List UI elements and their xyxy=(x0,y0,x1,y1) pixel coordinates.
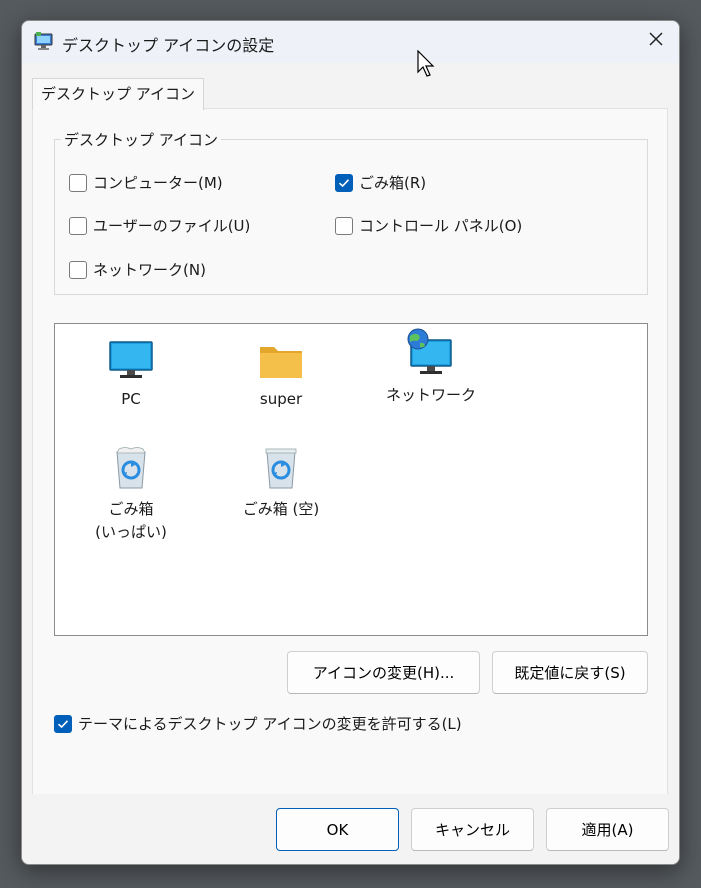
desktop-settings-icon xyxy=(34,31,54,51)
icon-label: PC xyxy=(121,390,141,408)
icon-label: super xyxy=(259,390,303,408)
network-globe-icon xyxy=(407,328,452,374)
desktop-icon-settings-dialog: デスクトップ アイコンの設定 デスクトップ アイコン デスクトップ アイコン コ… xyxy=(21,20,680,865)
checkbox-label: コンピューター(M) xyxy=(93,174,223,192)
checkbox-label: ユーザーのファイル(U) xyxy=(93,217,251,235)
apply-button[interactable]: 適用(A) xyxy=(546,808,669,851)
icon-item-network[interactable]: ネットワーク xyxy=(366,328,496,407)
checkmark-icon xyxy=(57,719,69,728)
checkbox-box[interactable] xyxy=(54,714,72,733)
recycle-bin-full-icon xyxy=(116,447,146,489)
icon-item-super[interactable]: super xyxy=(216,332,346,411)
icon-item-pc[interactable]: PC xyxy=(66,332,196,411)
checkbox-box[interactable] xyxy=(69,260,87,279)
recycle-bin-checkbox[interactable]: ごみ箱(R) xyxy=(335,172,426,193)
window-title: デスクトップ アイコンの設定 xyxy=(62,36,275,55)
groupbox-legend: デスクトップ アイコン xyxy=(61,129,222,150)
mouse-cursor-icon xyxy=(417,49,437,82)
computer-checkbox[interactable]: コンピューター(M) xyxy=(69,172,223,193)
checkbox-box[interactable] xyxy=(69,173,87,192)
icon-label: ごみ箱 (空) xyxy=(242,500,320,518)
dialog-footer: OK キャンセル 適用(A) xyxy=(22,794,679,864)
recycle-bin-empty-icon xyxy=(265,448,297,489)
icon-item-recycle-bin-full[interactable]: ごみ箱 (いっぱい) xyxy=(66,442,196,544)
icon-item-recycle-bin-empty[interactable]: ごみ箱 (空) xyxy=(216,442,346,521)
tab-desktop-icons[interactable]: デスクトップ アイコン xyxy=(32,78,205,110)
restore-default-button[interactable]: 既定値に戻す(S) xyxy=(492,651,648,694)
checkbox-box[interactable] xyxy=(69,216,87,235)
change-icon-button[interactable]: アイコンの変更(H)... xyxy=(287,651,480,694)
checkbox-label: コントロール パネル(O) xyxy=(359,217,523,235)
checkbox-label: ネットワーク(N) xyxy=(93,261,206,279)
icon-list-view[interactable]: PC super ネットワーク ごみ箱 (いっぱい) ごみ箱 (空) xyxy=(54,323,648,636)
checkbox-label: ごみ箱(R) xyxy=(359,174,427,192)
user-files-checkbox[interactable]: ユーザーのファイル(U) xyxy=(69,215,250,236)
ok-button[interactable]: OK xyxy=(276,808,399,851)
monitor-icon xyxy=(109,341,153,378)
close-icon xyxy=(648,31,664,51)
folder-icon xyxy=(260,347,302,378)
cancel-button[interactable]: キャンセル xyxy=(411,808,534,851)
icon-label: ネットワーク xyxy=(385,386,476,404)
checkmark-icon xyxy=(338,178,350,187)
allow-theme-change-checkbox[interactable]: テーマによるデスクトップ アイコンの変更を許可する(L) xyxy=(54,713,462,734)
checkbox-box[interactable] xyxy=(335,173,353,192)
network-checkbox[interactable]: ネットワーク(N) xyxy=(69,259,206,280)
close-button[interactable] xyxy=(633,21,679,61)
title-bar[interactable]: デスクトップ アイコンの設定 xyxy=(22,21,679,63)
control-panel-checkbox[interactable]: コントロール パネル(O) xyxy=(335,215,522,236)
desktop-icons-groupbox: デスクトップ アイコン コンピューター(M) ごみ箱(R) ユーザーのファイル(… xyxy=(54,129,648,295)
tab-panel: デスクトップ アイコン コンピューター(M) ごみ箱(R) ユーザーのファイル(… xyxy=(32,108,668,796)
icon-label: ごみ箱 (いっぱい) xyxy=(95,500,167,541)
checkbox-box[interactable] xyxy=(335,216,353,235)
checkbox-label: テーマによるデスクトップ アイコンの変更を許可する(L) xyxy=(78,715,462,733)
